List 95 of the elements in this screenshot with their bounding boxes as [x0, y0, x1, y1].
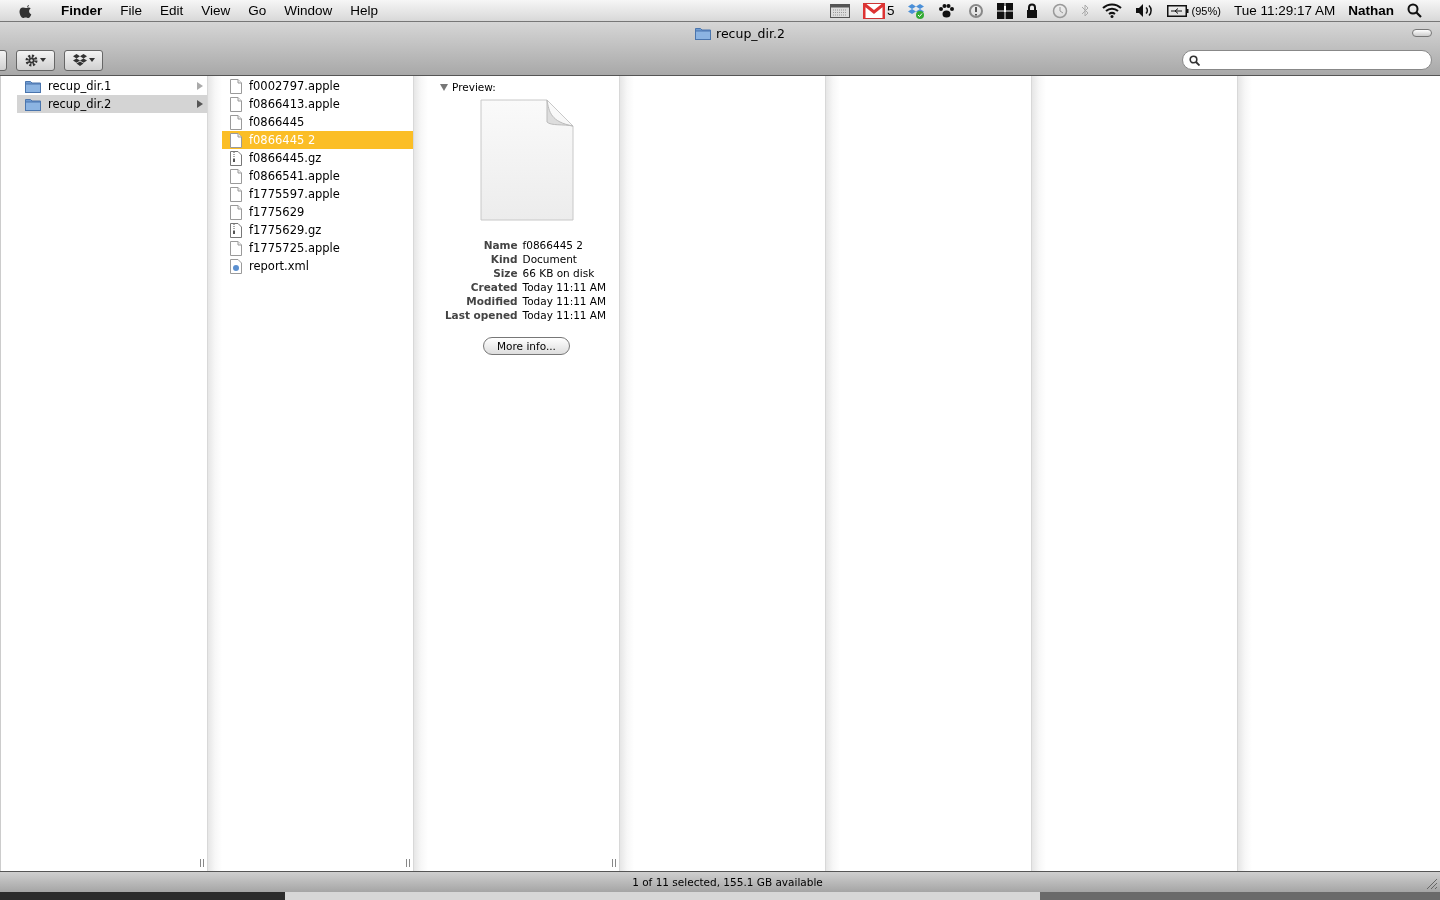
mail-icon[interactable] — [863, 2, 886, 19]
resize-grip-icon[interactable] — [1426, 878, 1437, 889]
caret-icon — [88, 58, 95, 62]
disclosure-arrow-icon — [197, 100, 203, 108]
info-value: Today 11:11 AM — [522, 281, 607, 293]
file-name: f0866541.apple — [249, 169, 341, 183]
document-icon — [230, 168, 242, 184]
folder-row[interactable]: recup_dir.1 — [17, 77, 207, 95]
paw-icon[interactable] — [937, 2, 955, 19]
file-row[interactable]: f0866541.apple — [222, 167, 413, 185]
folder-icon — [695, 26, 712, 40]
apple-menu-icon[interactable] — [18, 2, 34, 19]
file-name: recup_dir.2 — [48, 97, 113, 111]
document-icon — [230, 240, 242, 256]
info-value: f0866445 2 — [522, 239, 585, 251]
file-row[interactable]: f1775629.gz — [222, 221, 413, 239]
info-label: Size — [492, 267, 518, 279]
file-row[interactable]: f0866445.gz — [222, 149, 413, 167]
file-name: f1775629 — [249, 205, 306, 219]
more-info-button[interactable]: More info... — [483, 337, 570, 355]
info-value: Document — [522, 253, 578, 265]
file-row[interactable]: f1775725.apple — [222, 239, 413, 257]
file-name: recup_dir.1 — [48, 79, 113, 93]
toolbar-toggle-button[interactable] — [1412, 29, 1432, 37]
clock-icon[interactable] — [1050, 2, 1068, 19]
file-row[interactable]: f0866413.apple — [222, 95, 413, 113]
disclosure-triangle-icon[interactable] — [440, 83, 448, 91]
info-label: Created — [469, 281, 518, 293]
file-name: f0002797.apple — [249, 79, 341, 93]
xml-file-icon — [230, 258, 242, 274]
menu-item[interactable]: File — [111, 3, 152, 18]
folder-row[interactable]: recup_dir.2 — [17, 95, 207, 113]
file-name: f0866445 2 — [249, 133, 317, 147]
menu-item[interactable]: View — [192, 3, 240, 18]
menu-item[interactable]: Edit — [151, 3, 193, 18]
document-icon — [230, 132, 242, 148]
action-menu-button[interactable] — [16, 49, 55, 71]
battery-icon[interactable] — [1166, 4, 1189, 17]
document-icon — [230, 114, 242, 130]
box-icon — [72, 54, 87, 66]
info-label: Last opened — [444, 309, 518, 321]
file-row[interactable]: report.xml — [222, 257, 413, 275]
column-resize-handle[interactable] — [200, 859, 204, 867]
menu-bar-clock[interactable]: Tue 11:29:17 AM — [1233, 3, 1336, 18]
file-row[interactable]: f1775629 — [222, 203, 413, 221]
lock-icon[interactable] — [1025, 3, 1038, 18]
menu-item[interactable]: Help — [341, 3, 388, 18]
file-name: f0866445.gz — [249, 151, 323, 165]
battery-percentage: (95%) — [1191, 4, 1221, 17]
column-resize-handle[interactable] — [406, 859, 410, 867]
info-value: Today 11:11 AM — [522, 295, 607, 307]
caret-icon — [40, 58, 46, 62]
search-icon — [1189, 54, 1200, 66]
spaces-icon[interactable] — [996, 2, 1013, 19]
file-name: f0866413.apple — [249, 97, 341, 111]
file-name: f1775629.gz — [249, 223, 323, 237]
window-title: recup_dir.2 — [716, 25, 785, 41]
dropbox-menu-button[interactable] — [64, 49, 103, 71]
column-resize-handle[interactable] — [612, 859, 616, 867]
search-field[interactable] — [1182, 50, 1432, 70]
zip-file-icon — [230, 150, 242, 166]
search-icon[interactable] — [1407, 3, 1422, 18]
preview-label: Preview: — [452, 81, 496, 93]
document-icon — [230, 204, 242, 220]
volume-icon[interactable] — [1134, 3, 1154, 18]
disclosure-arrow-icon — [197, 82, 203, 90]
info-label: Kind — [489, 253, 518, 265]
folder-icon — [25, 97, 41, 111]
wifi-icon[interactable] — [1101, 3, 1122, 18]
info-label: Modified — [465, 295, 518, 307]
folder-icon — [25, 79, 41, 93]
file-name: f0866445 — [249, 115, 306, 129]
mail-count: 5 — [887, 3, 895, 18]
box-check-icon[interactable] — [907, 2, 925, 19]
status-text: 1 of 11 selected, 155.1 GB available — [632, 876, 823, 888]
file-name: f1775725.apple — [249, 241, 341, 255]
menu-item[interactable]: Window — [275, 3, 342, 18]
user-name[interactable]: Nathan — [1348, 3, 1394, 18]
gear-icon — [25, 53, 38, 67]
sync-alert-icon[interactable] — [967, 2, 984, 19]
file-name: report.xml — [249, 259, 310, 273]
calendar-icon[interactable] — [830, 3, 851, 18]
menu-item[interactable]: Go — [239, 3, 276, 18]
info-value: 66 KB on disk — [522, 267, 596, 279]
info-value: Today 11:11 AM — [522, 309, 607, 321]
document-icon — [230, 96, 242, 112]
document-icon — [230, 186, 242, 202]
file-row[interactable]: f0002797.apple — [222, 77, 413, 95]
file-row[interactable]: f0866445 — [222, 113, 413, 131]
info-label: Name — [482, 239, 518, 251]
file-row[interactable]: f1775597.apple — [222, 185, 413, 203]
zip-file-icon — [230, 222, 242, 238]
app-menu[interactable]: Finder — [52, 3, 112, 18]
document-preview-icon — [479, 99, 574, 221]
file-name: f1775597.apple — [249, 187, 341, 201]
